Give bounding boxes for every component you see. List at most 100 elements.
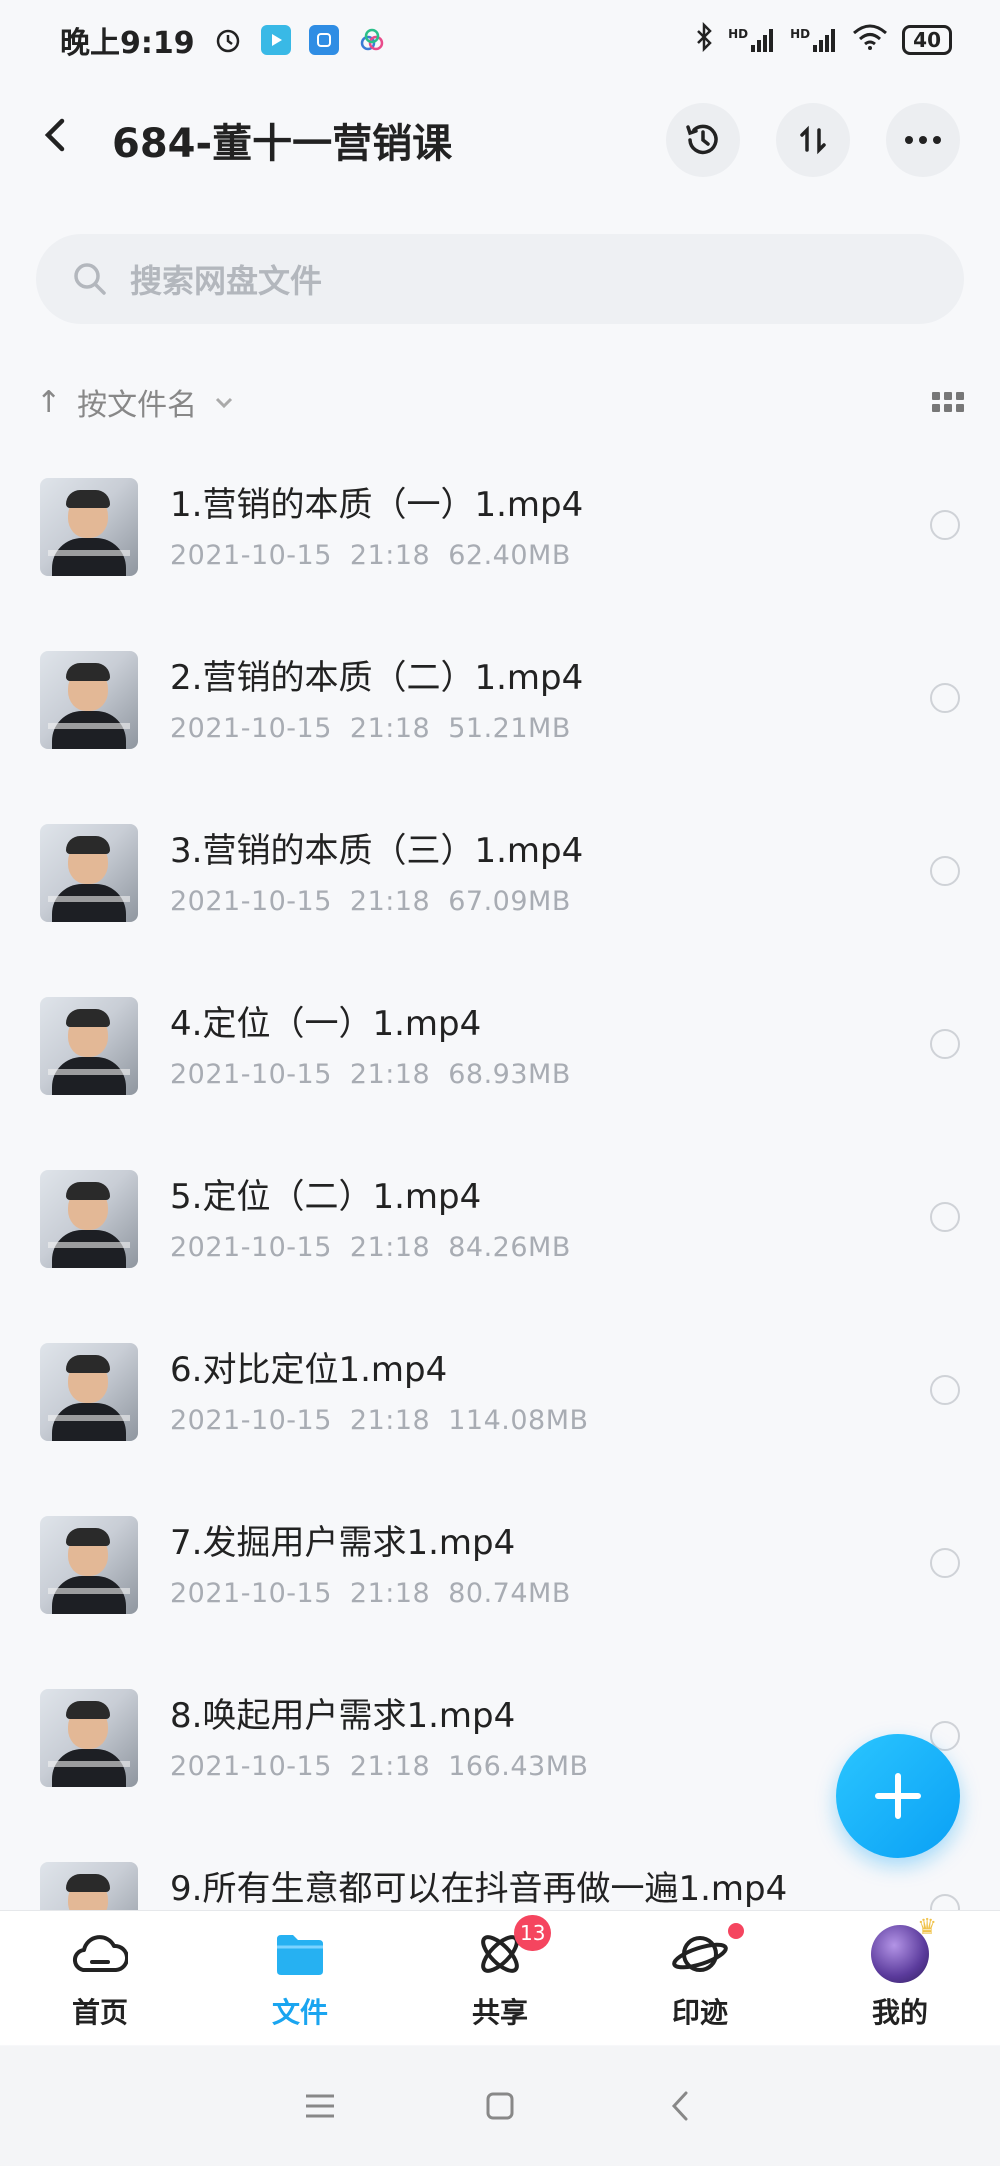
nav-label-trace: 印迹: [671, 1996, 728, 2029]
select-checkbox[interactable]: [930, 856, 960, 886]
file-name: 7.发掘用户需求1.mp4: [170, 1523, 516, 1563]
video-thumbnail: [40, 477, 138, 576]
file-name: 1.营销的本质（一）1.mp4: [170, 485, 584, 525]
video-thumbnail: [40, 1169, 138, 1268]
select-checkbox[interactable]: [930, 1375, 960, 1405]
video-thumbnail: [40, 1515, 138, 1614]
file-time: 21:18: [349, 1232, 431, 1263]
add-button[interactable]: [836, 1734, 960, 1858]
file-size: 166.43MB: [448, 1751, 589, 1782]
grid-view-icon[interactable]: [932, 392, 964, 412]
file-meta: 2021-10-15 21:18 114.08MB: [170, 1405, 589, 1436]
history-icon: [686, 124, 718, 155]
signal-hd-icon-2: HD: [790, 27, 838, 53]
more-button[interactable]: [886, 103, 960, 177]
file-time: 21:18: [349, 1578, 431, 1609]
alarm-icon: [213, 25, 243, 55]
file-size: 51.21MB: [448, 713, 571, 744]
file-date: 2021-10-15: [170, 1578, 332, 1609]
file-row[interactable]: 5.定位（二）1.mp4 2021-10-15 21:18 84.26MB: [0, 1132, 1000, 1305]
file-meta: 2021-10-15 21:18 166.43MB: [170, 1751, 589, 1782]
sort-label: 按文件名: [77, 388, 198, 423]
file-time: 21:18: [349, 540, 431, 571]
wifi-icon: [852, 23, 888, 58]
file-name: 4.定位（一）1.mp4: [170, 1004, 482, 1044]
file-size: 114.08MB: [448, 1405, 589, 1436]
system-back-icon[interactable]: [650, 2076, 710, 2136]
menu-icon[interactable]: [290, 2076, 350, 2136]
nav-item-home[interactable]: 首页: [0, 1911, 200, 2045]
chevron-down-icon: [215, 390, 233, 415]
cloud-app-icon: [357, 25, 387, 55]
share-badge: 13: [514, 1915, 552, 1951]
select-checkbox[interactable]: [930, 510, 960, 540]
select-checkbox[interactable]: [930, 1548, 960, 1578]
sort-selector[interactable]: ↑ 按文件名: [36, 380, 233, 424]
file-meta: 2021-10-15 21:18 68.93MB: [170, 1059, 571, 1090]
video-thumbnail: [40, 823, 138, 922]
file-name: 3.营销的本质（三）1.mp4: [170, 831, 584, 871]
back-arrow-icon[interactable]: [40, 115, 80, 166]
file-row[interactable]: 1.营销的本质（一）1.mp4 2021-10-15 21:18 62.40MB: [0, 440, 1000, 613]
page-title: 684-董十一营销课: [112, 121, 453, 167]
file-time: 21:18: [349, 1405, 431, 1436]
select-checkbox[interactable]: [930, 683, 960, 713]
select-checkbox[interactable]: [930, 1029, 960, 1059]
file-meta: 2021-10-15 21:18 51.21MB: [170, 713, 583, 744]
sort-transfer-icon: [800, 125, 826, 155]
file-time: 21:18: [349, 1059, 431, 1090]
file-date: 2021-10-15: [170, 713, 332, 744]
status-notification-icons: [213, 25, 387, 55]
file-meta: 2021-10-15 21:18 67.09MB: [170, 886, 583, 917]
file-date: 2021-10-15: [170, 1751, 332, 1782]
file-row[interactable]: 4.定位（一）1.mp4 2021-10-15 21:18 68.93MB: [0, 959, 1000, 1132]
file-name: 8.唤起用户需求1.mp4: [170, 1696, 516, 1736]
transfer-sort-button[interactable]: [776, 103, 850, 177]
bluetooth-icon: [694, 21, 714, 59]
file-row[interactable]: 2.营销的本质（二）1.mp4 2021-10-15 21:18 51.21MB: [0, 613, 1000, 786]
nav-item-me[interactable]: ♛ 我的: [800, 1911, 1000, 2045]
file-info: 2.营销的本质（二）1.mp4 2021-10-15 21:18 51.21MB: [170, 655, 583, 744]
search-placeholder: 搜索网盘文件: [130, 262, 323, 300]
file-info: 3.营销的本质（三）1.mp4 2021-10-15 21:18 67.09MB: [170, 828, 583, 917]
file-size: 84.26MB: [448, 1232, 571, 1263]
folder-icon: [271, 1925, 329, 1983]
bottom-nav: 首页 文件 13 共享 印迹 ♛ 我的: [0, 1910, 1000, 2045]
file-info: 6.对比定位1.mp4 2021-10-15 21:18 114.08MB: [170, 1347, 589, 1436]
file-name: 5.定位（二）1.mp4: [170, 1177, 482, 1217]
file-size: 67.09MB: [448, 886, 571, 917]
sort-direction-icon: ↑: [36, 384, 62, 420]
file-info: 1.营销的本质（一）1.mp4 2021-10-15 21:18 62.40MB: [170, 482, 583, 571]
planet-icon: [671, 1925, 729, 1983]
header: 684-董十一营销课: [0, 100, 1000, 180]
file-row[interactable]: 3.营销的本质（三）1.mp4 2021-10-15 21:18 67.09MB: [0, 786, 1000, 959]
file-info: 5.定位（二）1.mp4 2021-10-15 21:18 84.26MB: [170, 1174, 571, 1263]
more-icon: [905, 136, 941, 144]
home-square-icon[interactable]: [470, 2076, 530, 2136]
file-name: 2.营销的本质（二）1.mp4: [170, 658, 584, 698]
nav-item-files[interactable]: 文件: [200, 1911, 400, 2045]
status-system-icons: HD HD 40: [694, 21, 952, 59]
video-thumbnail: [40, 996, 138, 1095]
file-name: 9.所有生意都可以在抖音再做一遍1.mp4: [170, 1869, 788, 1909]
nav-label-home: 首页: [71, 1996, 128, 2029]
file-date: 2021-10-15: [170, 886, 332, 917]
file-row[interactable]: 7.发掘用户需求1.mp4 2021-10-15 21:18 80.74MB: [0, 1478, 1000, 1651]
history-button[interactable]: [666, 103, 740, 177]
avatar-container: ♛: [871, 1915, 937, 1983]
video-thumbnail: [40, 1688, 138, 1787]
video-thumbnail: [40, 650, 138, 749]
header-actions: [666, 103, 960, 177]
search-input[interactable]: 搜索网盘文件: [36, 234, 964, 324]
file-row[interactable]: 6.对比定位1.mp4 2021-10-15 21:18 114.08MB: [0, 1305, 1000, 1478]
status-bar: 晚上9:19 HD HD 40: [0, 0, 1000, 80]
nav-item-share[interactable]: 13 共享: [400, 1911, 600, 2045]
file-name: 6.对比定位1.mp4: [170, 1350, 448, 1390]
file-time: 21:18: [349, 886, 431, 917]
select-checkbox[interactable]: [930, 1202, 960, 1232]
file-date: 2021-10-15: [170, 1232, 332, 1263]
cloud-home-icon: [71, 1925, 129, 1983]
avatar: ♛: [871, 1915, 937, 1983]
file-meta: 2021-10-15 21:18 84.26MB: [170, 1232, 571, 1263]
nav-item-trace[interactable]: 印迹: [600, 1911, 800, 2045]
